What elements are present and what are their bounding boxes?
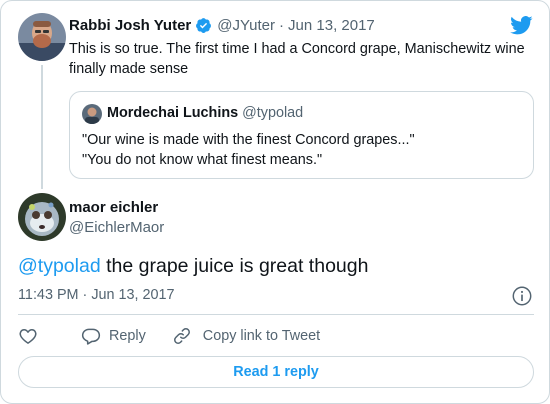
parent-author-handle[interactable]: @JYuter xyxy=(217,17,275,34)
speech-bubble-icon xyxy=(81,328,101,345)
quoted-author-avatar xyxy=(82,104,102,124)
twitter-bird-icon[interactable] xyxy=(510,16,533,35)
quoted-tweet-line: "Our wine is made with the finest Concor… xyxy=(82,132,415,148)
heart-icon xyxy=(19,329,37,344)
action-divider xyxy=(18,314,534,315)
quoted-tweet-line: "You do not know what finest means." xyxy=(82,152,323,168)
parent-tweet-date[interactable]: Jun 13, 2017 xyxy=(288,17,375,34)
info-icon[interactable] xyxy=(511,285,533,307)
tweet-embed-card: Rabbi Josh Yuter @JYuter · Jun 13, 2017 … xyxy=(0,0,550,404)
main-tweet-body: the grape juice is great though xyxy=(100,255,369,277)
main-author-handle[interactable]: @EichlerMaor xyxy=(69,219,164,236)
parent-author-name[interactable]: Rabbi Josh Yuter xyxy=(69,17,191,34)
parent-author-avatar[interactable] xyxy=(18,13,66,61)
tweet-actions: Reply Copy link to Tweet xyxy=(18,325,320,347)
link-icon xyxy=(173,328,190,344)
verified-badge-icon xyxy=(196,18,212,33)
quoted-tweet[interactable]: Mordechai Luchins @typolad "Our wine is m… xyxy=(69,91,534,179)
reply-button[interactable]: Reply xyxy=(81,326,146,346)
parent-tweet-header: Rabbi Josh Yuter @JYuter · Jun 13, 2017 xyxy=(69,17,375,34)
quoted-author-name: Mordechai Luchins xyxy=(107,105,239,121)
header-separator: · xyxy=(279,17,285,34)
mention-link[interactable]: @typolad xyxy=(18,255,101,277)
quoted-tweet-header: Mordechai Luchins @typolad xyxy=(107,105,303,121)
main-author-avatar[interactable] xyxy=(18,193,66,241)
main-author-name[interactable]: maor eichler xyxy=(69,199,158,216)
parent-tweet-text: This is so true. The first time I had a … xyxy=(69,41,525,77)
thread-connector-line xyxy=(41,65,43,189)
copy-link-label: Copy link to Tweet xyxy=(202,328,321,344)
main-tweet-text: @typolad the grape juice is great though xyxy=(18,255,368,278)
tweet-timestamp[interactable]: 11:43 PM · Jun 13, 2017 xyxy=(18,287,175,303)
quoted-author-handle: @typolad xyxy=(242,105,304,121)
like-button[interactable] xyxy=(18,326,54,346)
reply-label: Reply xyxy=(109,328,146,344)
copy-link-button[interactable]: Copy link to Tweet xyxy=(172,326,320,346)
read-replies-button[interactable]: Read 1 reply xyxy=(18,356,534,388)
